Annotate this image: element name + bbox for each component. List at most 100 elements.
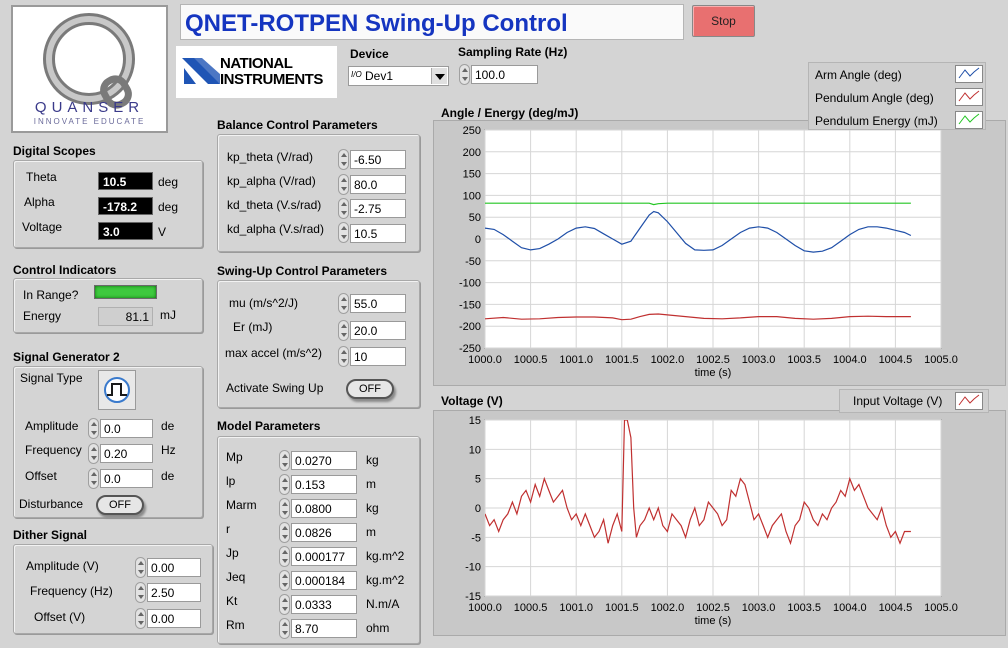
in-range-led — [94, 285, 157, 299]
kd-theta-input[interactable]: -2.75 — [350, 199, 406, 218]
energy-label: Energy — [23, 309, 62, 323]
quanser-tagline: INNOVATE EDUCATE — [33, 117, 146, 126]
x-tick-label: 1005.0 — [924, 602, 958, 614]
y-tick-label: 50 — [469, 212, 481, 224]
model-kt-spinner[interactable] — [279, 594, 290, 615]
voltage-indicator: 3.0 — [98, 222, 153, 240]
kp-theta-input[interactable]: -6.50 — [350, 150, 406, 169]
alpha-indicator: -178.2 — [98, 197, 153, 215]
legend-input-voltage: Input Voltage (V) — [853, 394, 943, 408]
model-lp-spinner[interactable] — [279, 474, 290, 495]
legend-pendulum-energy: Pendulum Energy (mJ) — [815, 114, 938, 128]
model-jp-spinner[interactable] — [279, 546, 290, 567]
mu-spinner[interactable] — [338, 293, 349, 314]
max-accel-spinner[interactable] — [338, 346, 349, 367]
y-tick-label: 150 — [463, 169, 481, 181]
kd-alpha-input[interactable]: 10.5 — [350, 224, 406, 243]
er-spinner[interactable] — [338, 320, 349, 341]
device-label: Device — [350, 47, 389, 61]
dither-amplitude-spinner[interactable] — [135, 557, 146, 578]
sg-offset-spinner[interactable] — [88, 468, 99, 489]
max-accel-input[interactable]: 10 — [350, 347, 406, 366]
device-select[interactable]: I/O Dev1 — [348, 66, 449, 86]
x-axis-label: time (s) — [695, 615, 732, 627]
stop-button[interactable]: Stop — [692, 5, 755, 37]
disturbance-toggle[interactable]: OFF — [96, 495, 144, 515]
model-jeq-spinner[interactable] — [279, 570, 290, 591]
dither-offset-spinner[interactable] — [135, 608, 146, 629]
y-tick-label: 5 — [475, 474, 481, 486]
model-r-label: r — [226, 522, 230, 536]
x-tick-label: 1003.0 — [742, 602, 776, 614]
legend-voltage-swatch[interactable] — [955, 392, 983, 410]
in-range-label: In Range? — [23, 288, 79, 302]
x-tick-label: 1002.5 — [696, 602, 730, 614]
kp-alpha-input[interactable]: 80.0 — [350, 175, 406, 194]
er-label: Er (mJ) — [233, 320, 273, 334]
sg-frequency-input[interactable]: 0.20 — [100, 444, 153, 463]
model-r-input[interactable]: 0.0826 — [291, 523, 357, 542]
square-wave-icon[interactable] — [98, 370, 136, 410]
activate-swingup-toggle[interactable]: OFF — [346, 379, 394, 399]
x-tick-label: 1004.0 — [833, 354, 867, 366]
model-mp-spinner[interactable] — [279, 450, 290, 471]
y-tick-label: -5 — [471, 532, 481, 544]
kd-alpha-label: kd_alpha (V.s/rad) — [227, 222, 324, 236]
sampling-input[interactable]: 100.0 — [471, 65, 538, 84]
x-tick-label: 1004.5 — [879, 354, 913, 366]
dither-frequency-spinner[interactable] — [135, 582, 146, 603]
mu-input[interactable]: 55.0 — [350, 294, 406, 313]
sg-amplitude-spinner[interactable] — [88, 418, 99, 439]
model-marm-spinner[interactable] — [279, 498, 290, 519]
angle-energy-chart: 1000.0 1000.5 1001.0 1001.5 1002.0 1002.5 1003… — [459, 125, 958, 379]
model-kt-input[interactable]: 0.0333 — [291, 595, 357, 614]
dither-frequency-input[interactable]: 2.50 — [147, 583, 201, 602]
model-r-spinner[interactable] — [279, 522, 290, 543]
kp-theta-spinner[interactable] — [338, 149, 349, 170]
digital-scopes-title: Digital Scopes — [13, 144, 96, 158]
legend-pendulum-angle: Pendulum Angle (deg) — [815, 91, 934, 105]
model-marm-input[interactable]: 0.0800 — [291, 499, 357, 518]
chevron-down-icon[interactable] — [431, 68, 447, 84]
legend-energy-swatch[interactable] — [955, 111, 983, 129]
sampling-spinner[interactable] — [459, 64, 470, 85]
legend-arm-swatch[interactable] — [955, 65, 983, 83]
angle-chart-title: Angle / Energy (deg/mJ) — [441, 106, 579, 120]
title-box: QNET-ROTPEN Swing-Up Control — [180, 4, 684, 40]
kp-alpha-label: kp_alpha (V/rad) — [227, 174, 316, 188]
model-marm-label: Marm — [226, 498, 257, 512]
model-marm-unit: kg — [366, 501, 379, 515]
model-lp-input[interactable]: 0.153 — [291, 475, 357, 494]
legend-pendulum-swatch[interactable] — [955, 88, 983, 106]
kp-alpha-spinner[interactable] — [338, 174, 349, 195]
model-rm-spinner[interactable] — [279, 618, 290, 639]
x-tick-label: 1000.0 — [468, 602, 502, 614]
er-input[interactable]: 20.0 — [350, 321, 406, 340]
dither-frequency-label: Frequency (Hz) — [30, 584, 113, 598]
kd-theta-spinner[interactable] — [338, 198, 349, 219]
dither-offset-input[interactable]: 0.00 — [147, 609, 201, 628]
model-jeq-input[interactable]: 0.000184 — [291, 571, 357, 590]
y-tick-label: -10 — [465, 562, 481, 574]
y-tick-label: 10 — [469, 444, 481, 456]
ni-line2: INSTRUMENTS — [220, 71, 323, 88]
sg-offset-input[interactable]: 0.0 — [100, 469, 153, 488]
kd-alpha-spinner[interactable] — [338, 222, 349, 243]
sg-amplitude-unit: de — [161, 419, 175, 433]
y-tick-label: 0 — [475, 503, 481, 515]
dither-amplitude-input[interactable]: 0.00 — [147, 558, 201, 577]
model-kt-label: Kt — [226, 594, 238, 608]
model-jp-input[interactable]: 0.000177 — [291, 547, 357, 566]
model-mp-input[interactable]: 0.0270 — [291, 451, 357, 470]
sg-frequency-spinner[interactable] — [88, 443, 99, 464]
mu-label: mu (m/s^2/J) — [229, 296, 298, 310]
energy-indicator: 81.1 — [98, 307, 153, 326]
sg-amplitude-input[interactable]: 0.0 — [100, 419, 153, 438]
x-tick-label: 1001.0 — [559, 354, 593, 366]
model-r-unit: m — [366, 525, 376, 539]
y-tick-label: 15 — [469, 415, 481, 427]
model-rm-input[interactable]: 8.70 — [291, 619, 357, 638]
activate-swingup-label: Activate Swing Up — [226, 381, 324, 395]
y-tick-label: -100 — [459, 278, 481, 290]
quanser-logo: QUANSER INNOVATE EDUCATE — [11, 5, 168, 133]
